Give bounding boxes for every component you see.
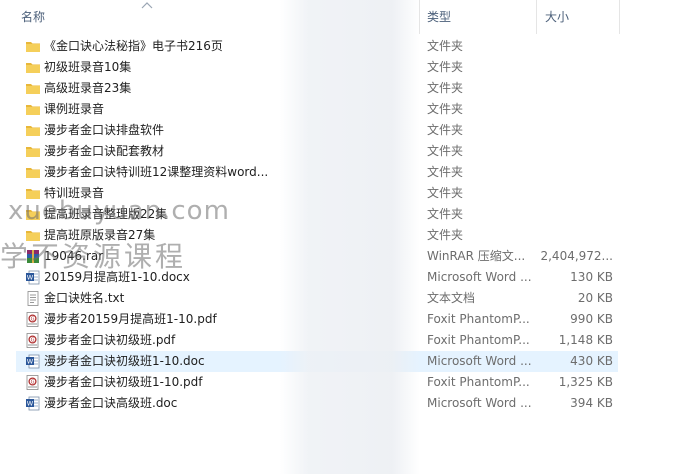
file-type: 文件夹 [427,81,464,95]
file-name: 漫步者金口诀高级班.doc [44,396,178,410]
svg-text:G: G [31,317,35,323]
svg-text:W: W [27,400,34,408]
sort-ascending-icon [141,2,153,9]
folder-icon [25,207,41,222]
file-type: Microsoft Word ... [427,354,532,368]
file-type: 文件夹 [427,144,464,158]
file-name: 初级班录音10集 [44,60,132,74]
pdf-file-icon: G [25,333,41,348]
pdf-file-icon: G [25,312,41,327]
pdf-file-icon: G [25,375,41,390]
file-name: 20159月提高班1-10.docx [44,270,190,284]
svg-text:G: G [31,338,35,344]
file-type: 文件夹 [427,186,464,200]
file-size: 1,148 KB [558,333,613,347]
file-name: 漫步者20159月提高班1-10.pdf [44,312,217,326]
file-size: 430 KB [570,354,613,368]
word-document-icon: W [25,396,41,411]
folder-icon [25,39,41,54]
file-name: 金口诀姓名.txt [44,291,125,305]
svg-text:G: G [31,380,35,386]
name-column-header[interactable]: 名称 [21,0,45,34]
file-name: 19046.rar [44,249,104,263]
file-name: 漫步者金口诀配套教材 [44,144,165,158]
column-divider[interactable] [536,0,537,34]
blurred-date-column [280,0,420,474]
file-size: 2,404,972... [540,249,613,263]
file-size: 990 KB [570,312,613,326]
folder-icon [25,102,41,117]
file-name: 漫步者金口诀初级班1-10.doc [44,354,205,368]
file-size: 130 KB [570,270,613,284]
size-column-header[interactable]: 大小 [545,0,569,34]
file-name: 漫步者金口诀初级班.pdf [44,333,176,347]
folder-icon [25,60,41,75]
file-name: 特训班录音 [44,186,105,200]
file-name: 《金口诀心法秘指》电子书216页 [44,39,223,53]
file-name: 课例班录音 [44,102,105,116]
text-file-icon [25,291,41,306]
file-name: 漫步者金口诀特训班12课整理资料word... [44,165,269,179]
folder-icon [25,186,41,201]
file-name: 提高班原版录音27集 [44,228,156,242]
winrar-archive-icon [25,249,41,264]
file-type: Foxit PhantomP... [427,333,530,347]
file-name: 漫步者金口诀排盘软件 [44,123,165,137]
type-column-header[interactable]: 类型 [427,0,451,34]
file-type: 文件夹 [427,60,464,74]
column-divider[interactable] [619,0,620,34]
file-size: 394 KB [570,396,613,410]
svg-text:W: W [27,274,34,282]
folder-icon [25,144,41,159]
word-document-icon: W [25,354,41,369]
folder-icon [25,123,41,138]
file-type: 文件夹 [427,228,464,242]
file-type: Microsoft Word ... [427,396,532,410]
word-document-icon: W [25,270,41,285]
file-type: Foxit PhantomP... [427,312,530,326]
file-size: 1,325 KB [558,375,613,389]
file-name: 漫步者金口诀初级班1-10.pdf [44,375,203,389]
folder-icon [25,228,41,243]
folder-icon [25,165,41,180]
file-type: 文件夹 [427,102,464,116]
file-name: 提高班录音整理版22集 [44,207,168,221]
file-type: WinRAR 压缩文... [427,249,526,263]
file-type: 文件夹 [427,39,464,53]
file-type: 文件夹 [427,165,464,179]
file-type: Microsoft Word ... [427,270,532,284]
folder-icon [25,81,41,96]
file-type: 文件夹 [427,207,464,221]
file-size: 20 KB [577,291,613,305]
file-name: 高级班录音23集 [44,81,132,95]
file-type: 文件夹 [427,123,464,137]
svg-text:W: W [27,358,34,366]
file-type: Foxit PhantomP... [427,375,530,389]
file-type: 文本文档 [427,291,476,305]
